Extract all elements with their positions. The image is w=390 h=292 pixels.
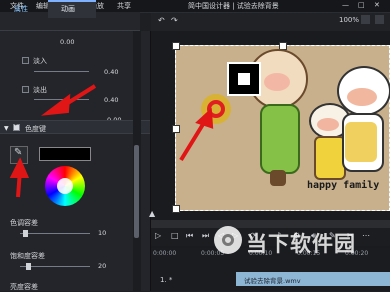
annotation-arrows: [9, 84, 214, 198]
arrow-to-chroma-target: [179, 119, 207, 162]
